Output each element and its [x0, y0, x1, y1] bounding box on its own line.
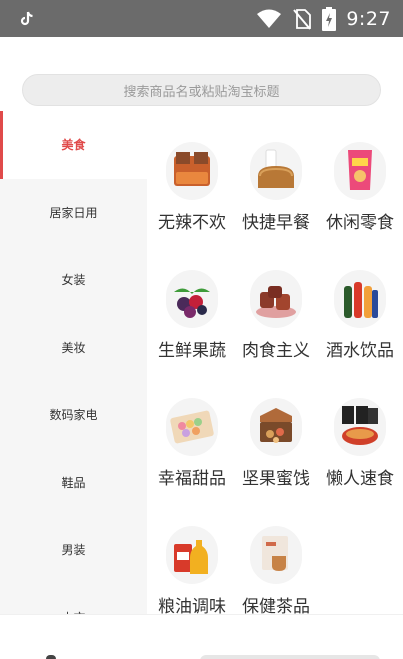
- drinks-icon: [334, 270, 386, 328]
- category-tile[interactable]: 快捷早餐: [234, 136, 318, 246]
- clock: 9:27: [346, 7, 391, 30]
- tea-icon: [250, 526, 302, 584]
- meat-icon: [250, 270, 302, 328]
- sidebar-item-label: 女装: [61, 273, 86, 288]
- sidebar-item-beauty[interactable]: 美妆: [0, 314, 147, 382]
- sidebar-item-label: 美食: [61, 138, 86, 153]
- tab-bar-banner[interactable]: [200, 655, 380, 659]
- chips-bag-icon: [334, 142, 386, 200]
- category-tile[interactable]: 无辣不欢: [150, 136, 234, 246]
- category-tile[interactable]: 休闲零食: [318, 136, 402, 246]
- sidebar-item-electronics[interactable]: 数码家电: [0, 381, 147, 449]
- category-tile[interactable]: 懒人速食: [318, 392, 402, 502]
- category-tile[interactable]: 生鲜果蔬: [150, 264, 234, 374]
- category-label: 生鲜果蔬: [158, 341, 226, 361]
- status-bar: 9:27: [0, 0, 403, 37]
- sidebar-item-label: 美妆: [61, 340, 86, 355]
- bread-milk-icon: [250, 142, 302, 200]
- sidebar-item-label: 鞋品: [61, 475, 86, 490]
- spicy-snack-icon: [166, 142, 218, 200]
- sidebar-item-underwear[interactable]: 内衣: [0, 584, 147, 614]
- category-tile[interactable]: 幸福甜品: [150, 392, 234, 502]
- sidebar-item-shoes[interactable]: 鞋品: [0, 449, 147, 517]
- search-placeholder: 搜索商品名或粘贴淘宝标题: [123, 84, 280, 100]
- category-label: 无辣不欢: [158, 213, 226, 233]
- category-label: 坚果蜜饯: [242, 469, 310, 489]
- category-label: 肉食主义: [242, 341, 310, 361]
- wifi-icon: [257, 9, 282, 28]
- battery-charging-icon: [322, 6, 337, 31]
- category-label: 懒人速食: [326, 469, 394, 489]
- macaron-box-icon: [166, 398, 218, 456]
- search-input[interactable]: 搜索商品名或粘贴淘宝标题: [22, 74, 381, 106]
- fruit-icon: [166, 270, 218, 328]
- category-tile[interactable]: 坚果蜜饯: [234, 392, 318, 502]
- nuts-box-icon: [250, 398, 302, 456]
- instant-noodle-icon: [334, 398, 386, 456]
- category-label: 幸福甜品: [158, 469, 226, 489]
- sidebar-item-food[interactable]: 美食: [0, 111, 147, 179]
- category-label: 酒水饮品: [326, 341, 394, 361]
- category-tile[interactable]: 肉食主义: [234, 264, 318, 374]
- no-sim-icon: [293, 8, 312, 30]
- sidebar-item-label: 居家日用: [49, 205, 98, 220]
- sidebar-item-womens-wear[interactable]: 女装: [0, 246, 147, 314]
- tab-home-icon[interactable]: [46, 655, 56, 659]
- category-sidebar[interactable]: 美食 居家日用 女装 美妆 数码家电 鞋品 男装 内衣: [0, 111, 147, 614]
- sidebar-item-label: 数码家电: [49, 408, 98, 423]
- category-label: 休闲零食: [326, 213, 394, 233]
- tiktok-icon: [20, 11, 33, 26]
- bottom-tab-bar: [0, 614, 403, 659]
- category-label: 快捷早餐: [242, 213, 310, 233]
- category-tile[interactable]: 酒水饮品: [318, 264, 402, 374]
- oil-rice-icon: [166, 526, 218, 584]
- sidebar-item-label: 男装: [61, 543, 86, 558]
- sidebar-item-mens-wear[interactable]: 男装: [0, 516, 147, 584]
- sidebar-item-household[interactable]: 居家日用: [0, 179, 147, 247]
